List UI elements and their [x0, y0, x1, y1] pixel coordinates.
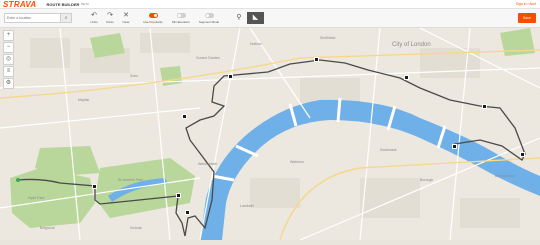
top-bar: STRAVA ROUTE BUILDER BETA Sign in / Acct: [0, 0, 540, 9]
elevation-toggle[interactable]: Min Elevation: [168, 11, 194, 27]
search-input[interactable]: [5, 16, 65, 20]
app-title: ROUTE BUILDER: [46, 1, 80, 7]
map-label: Borough: [420, 178, 434, 182]
route-waypoint[interactable]: [92, 184, 97, 189]
search-icon[interactable]: ⌕: [60, 14, 71, 22]
user-menu[interactable]: Sign in / Acct: [516, 2, 536, 6]
route-start: [16, 178, 20, 182]
settings-icon[interactable]: ⚙: [3, 78, 14, 89]
map-label: Holborn: [250, 42, 263, 46]
popularity-label: Use Popularity: [143, 20, 163, 24]
strava-logo[interactable]: STRAVA: [3, 0, 37, 9]
route-waypoint[interactable]: [228, 74, 233, 79]
elevation-switch[interactable]: [176, 13, 186, 18]
toolbar: ⌕ ↶ Undo ↷ Redo ✕ Clear Use Popularity M…: [0, 9, 540, 28]
close-icon: ✕: [123, 12, 129, 19]
segments-label: Segment Mode: [198, 20, 220, 24]
map-label: Mayfair: [78, 98, 90, 102]
route-waypoint[interactable]: [314, 57, 319, 62]
map-label: Victoria: [130, 226, 142, 230]
map-label: Hyde Park: [28, 196, 45, 200]
map-label: Soho: [130, 74, 139, 78]
route-waypoint[interactable]: [182, 114, 187, 119]
map-label: Bermondsey: [495, 174, 515, 178]
segments-toggle[interactable]: Segment Mode: [196, 11, 222, 27]
location-icon[interactable]: ◎: [3, 54, 14, 65]
route-waypoint[interactable]: [176, 193, 181, 198]
route-waypoint[interactable]: [404, 75, 409, 80]
popularity-toggle[interactable]: Use Popularity: [140, 11, 166, 27]
beta-badge: BETA: [81, 2, 90, 6]
map-label: Smithfield: [320, 36, 336, 40]
shoe-icon: ◣: [252, 14, 259, 21]
map-label: St James's Park: [118, 178, 144, 182]
map-label: Covent Garden: [196, 56, 220, 60]
segments-switch[interactable]: [204, 13, 214, 18]
park-hyde: [10, 168, 95, 228]
zoom-out-button[interactable]: −: [3, 42, 14, 53]
zoom-in-button[interactable]: +: [3, 30, 14, 41]
map-svg[interactable]: [0, 27, 540, 241]
map-label: Lambeth: [240, 204, 254, 208]
map-label: Belgravia: [40, 226, 55, 230]
clear-button[interactable]: ✕ Clear: [116, 11, 136, 27]
bike-icon: ⚲: [236, 14, 242, 21]
map-canvas[interactable]: City of London Covent Garden St James's …: [0, 27, 540, 241]
route-waypoint[interactable]: [520, 152, 525, 157]
map-label: Waterloo: [290, 160, 304, 164]
layers-icon[interactable]: ≡: [3, 66, 14, 77]
route-waypoint[interactable]: [185, 210, 190, 215]
bike-mode-button[interactable]: ⚲: [234, 13, 244, 23]
clear-label: Clear: [122, 20, 130, 24]
route-waypoint[interactable]: [452, 144, 457, 149]
map-label: Southwark: [380, 148, 397, 152]
map-label: Westminster: [198, 162, 218, 166]
route-waypoint[interactable]: [482, 104, 487, 109]
popularity-switch[interactable]: [148, 13, 158, 18]
map-label: City of London: [392, 42, 431, 48]
save-button[interactable]: Save: [518, 13, 536, 23]
search-box: ⌕: [4, 13, 72, 23]
run-mode-button[interactable]: ◣: [247, 12, 264, 24]
elevation-label: Min Elevation: [171, 20, 190, 24]
map-controls: + − ◎ ≡ ⚙: [3, 30, 15, 90]
